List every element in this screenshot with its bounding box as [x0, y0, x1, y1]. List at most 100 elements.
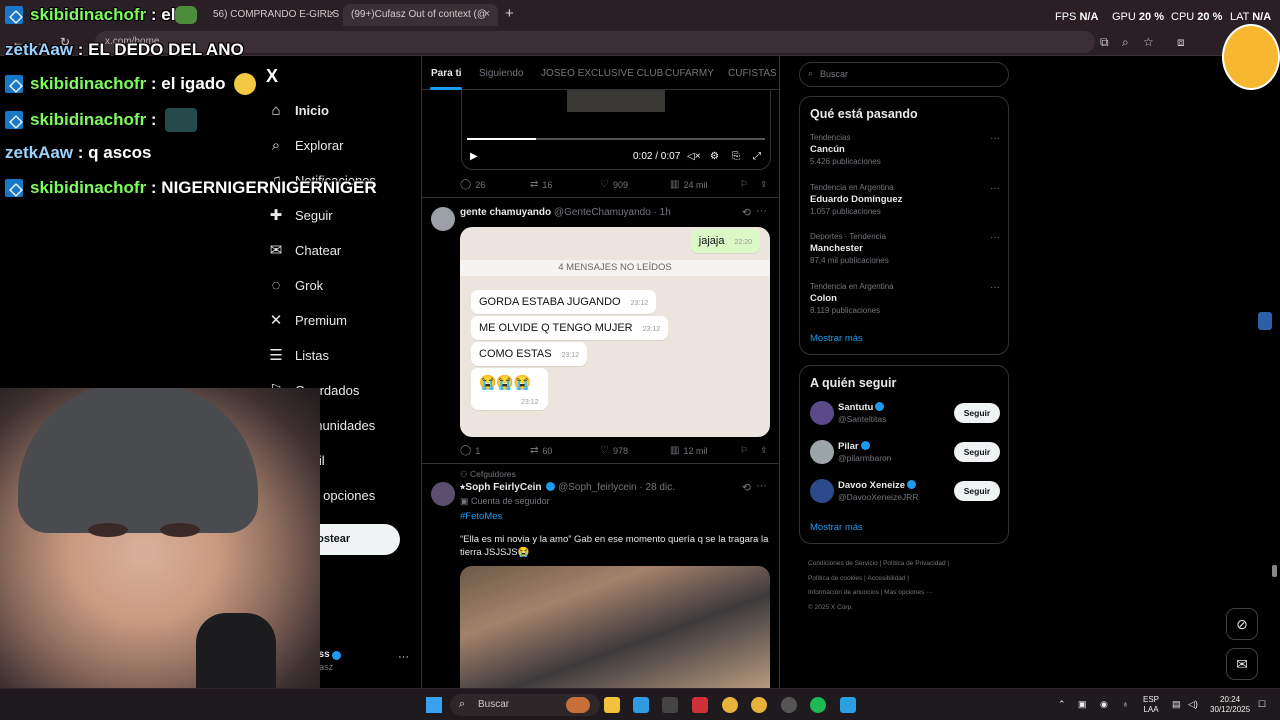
store-icon[interactable]: [633, 697, 649, 713]
extensions-icon[interactable]: ⧈: [1177, 35, 1185, 50]
bookmark-icon[interactable]: ⚐: [740, 179, 748, 190]
trend-more-icon[interactable]: ···: [990, 232, 1000, 243]
spotify-icon[interactable]: [810, 697, 826, 713]
windows-start-icon[interactable]: [426, 697, 442, 713]
sidebar-item-seguir[interactable]: ✚ Seguir: [267, 203, 333, 227]
grok-icon[interactable]: ⟲: [742, 206, 751, 219]
url-input[interactable]: x.com/home: [95, 31, 1095, 53]
language-indicator[interactable]: ESP LAA: [1143, 695, 1159, 715]
tweet-more-icon[interactable]: ···: [756, 205, 767, 217]
notification-icon[interactable]: ☐: [1258, 699, 1266, 709]
app-icon[interactable]: [662, 697, 678, 713]
grok-icon[interactable]: ⟲: [742, 481, 751, 494]
scrollbar[interactable]: [1272, 565, 1277, 577]
chrome-icon[interactable]: [751, 697, 767, 713]
tweet-photo[interactable]: [460, 566, 770, 688]
sidebar-item-chatear[interactable]: ✉ Chatear: [267, 238, 342, 262]
follow-suggestion[interactable]: Santutu @Santeltitas Seguir: [810, 400, 1000, 426]
sidebar-item-grok[interactable]: ◌ Grok: [267, 273, 324, 297]
browser-tab[interactable]: 56) COMPRANDO E-GIRLS ×: [205, 4, 343, 26]
tab-joseo[interactable]: JOSEO EXCLUSIVE CLUB: [541, 68, 663, 79]
clock[interactable]: 20:24 30/12/2025: [1210, 695, 1250, 715]
follow-show-more-link[interactable]: Mostrar más: [810, 522, 863, 533]
footer-link[interactable]: Información de anuncios: [808, 589, 879, 596]
zoom-icon[interactable]: ⌕: [1122, 35, 1129, 50]
chrome-icon[interactable]: [722, 697, 738, 713]
video-player[interactable]: ▶ 0:02 / 0:07 ◁× ⚙ ⎘ ⤢: [461, 90, 771, 170]
sidebar-item-listas[interactable]: ☰ Listas: [267, 343, 329, 367]
tab-cufistas[interactable]: CUFISTAS: [728, 68, 777, 79]
tray-icon[interactable]: ◉: [1100, 699, 1108, 709]
search-input[interactable]: ⌕ Buscar: [799, 62, 1009, 87]
like-button[interactable]: ♡ 909: [600, 179, 628, 190]
tweet-time[interactable]: · 28 dic.: [639, 482, 675, 493]
bookmark-star-icon[interactable]: ☆: [1143, 35, 1154, 49]
sidebar-item-premium[interactable]: ✕ Premium: [267, 308, 347, 332]
footer-link[interactable]: Política de cookies: [808, 575, 862, 582]
trend-item[interactable]: Deportes · Tendencia Manchester 87,4 mil p…: [810, 232, 1000, 265]
share-icon[interactable]: ⇪: [760, 179, 768, 190]
avatar[interactable]: [431, 482, 455, 506]
trends-show-more-link[interactable]: Mostrar más: [810, 333, 863, 344]
hashtag-link[interactable]: #FetoMes: [460, 510, 772, 523]
settings-icon[interactable]: ⚙: [710, 151, 719, 162]
tray-chevron-icon[interactable]: ⌃: [1058, 699, 1066, 709]
author-name[interactable]: gente chamuyando: [460, 207, 551, 218]
author-name[interactable]: ⭑Soph FeirlyCein: [460, 482, 542, 493]
tab-siguiendo[interactable]: Siguiendo: [479, 68, 523, 79]
bookmark-icon[interactable]: ⚐: [740, 445, 748, 456]
obs-icon[interactable]: [781, 697, 797, 713]
messages-float-button[interactable]: ✉: [1226, 648, 1258, 680]
play-icon[interactable]: ▶: [470, 151, 478, 162]
new-tab-button[interactable]: +: [505, 5, 514, 22]
tab-cufarmy[interactable]: CUFARMY: [665, 68, 714, 79]
sidebar-item-explorar[interactable]: ⌕ Explorar: [267, 133, 344, 157]
reply-button[interactable]: ◯ 26: [460, 179, 485, 190]
views-button[interactable]: ▥ 12 mil: [670, 445, 707, 456]
tweet-more-icon[interactable]: ···: [756, 480, 767, 492]
avatar[interactable]: [810, 401, 834, 425]
pip-icon[interactable]: ⎘: [732, 151, 740, 162]
side-mic-icon[interactable]: [1258, 312, 1272, 330]
author-handle[interactable]: @GenteChamuyando: [554, 207, 651, 218]
trend-more-icon[interactable]: ···: [990, 282, 1000, 293]
tray-icon[interactable]: ▣: [1078, 699, 1087, 709]
trend-item[interactable]: Tendencia en Argentina Colon 8.119 publica…: [810, 282, 1000, 315]
file-explorer-icon[interactable]: [604, 697, 620, 713]
follow-button[interactable]: Seguir: [954, 442, 1000, 462]
account-more-icon[interactable]: ···: [398, 651, 409, 663]
trend-item[interactable]: Tendencias Cancún 5.426 publicaciones ···: [810, 133, 1000, 166]
avatar[interactable]: [810, 479, 834, 503]
video-progress[interactable]: [467, 138, 765, 140]
sidebar-item-inicio[interactable]: ⌂ Inicio: [267, 98, 328, 122]
footer-link[interactable]: Accesibilidad: [868, 575, 906, 582]
avatar[interactable]: [431, 207, 455, 231]
reply-button[interactable]: ◯ 1: [460, 445, 480, 456]
mute-icon[interactable]: ◁×: [687, 151, 701, 162]
footer-link[interactable]: Más opciones ···: [884, 589, 932, 596]
x-logo-icon[interactable]: X: [266, 66, 278, 87]
close-tab-icon[interactable]: ×: [484, 8, 490, 20]
follow-suggestion[interactable]: Pilar @pilarmbaron Seguir: [810, 439, 1000, 465]
tab-para-ti[interactable]: Para ti: [431, 68, 462, 79]
app-icon[interactable]: [840, 697, 856, 713]
tweet-time[interactable]: · 1h: [654, 207, 671, 218]
trend-item[interactable]: Tendencia en Argentina Eduardo Domínguez 1…: [810, 183, 1000, 216]
fullscreen-icon[interactable]: ⤢: [753, 151, 761, 162]
follow-button[interactable]: Seguir: [954, 403, 1000, 423]
share-icon[interactable]: ⇪: [760, 445, 768, 456]
microphone-icon[interactable]: ♁: [1122, 699, 1129, 709]
food-widget-icon[interactable]: [566, 697, 590, 713]
trend-more-icon[interactable]: ···: [990, 183, 1000, 194]
avatar[interactable]: [810, 440, 834, 464]
volume-icon[interactable]: ◁): [1188, 699, 1198, 709]
trend-more-icon[interactable]: ···: [990, 133, 1000, 144]
footer-link[interactable]: Condiciones de Servicio: [808, 560, 878, 567]
network-icon[interactable]: ▤: [1172, 699, 1181, 709]
repost-button[interactable]: ⇄ 60: [530, 445, 552, 456]
follow-suggestion[interactable]: Davoo Xeneize @DavooXeneizeJRR Seguir: [810, 478, 1000, 504]
chat-screenshot-image[interactable]: jajaja 22:20 4 MENSAJES NO LEÍDOS GORDA E…: [460, 227, 770, 437]
install-icon[interactable]: ⧉: [1100, 35, 1109, 50]
like-button[interactable]: ♡ 978: [600, 445, 628, 456]
wps-icon[interactable]: [692, 697, 708, 713]
